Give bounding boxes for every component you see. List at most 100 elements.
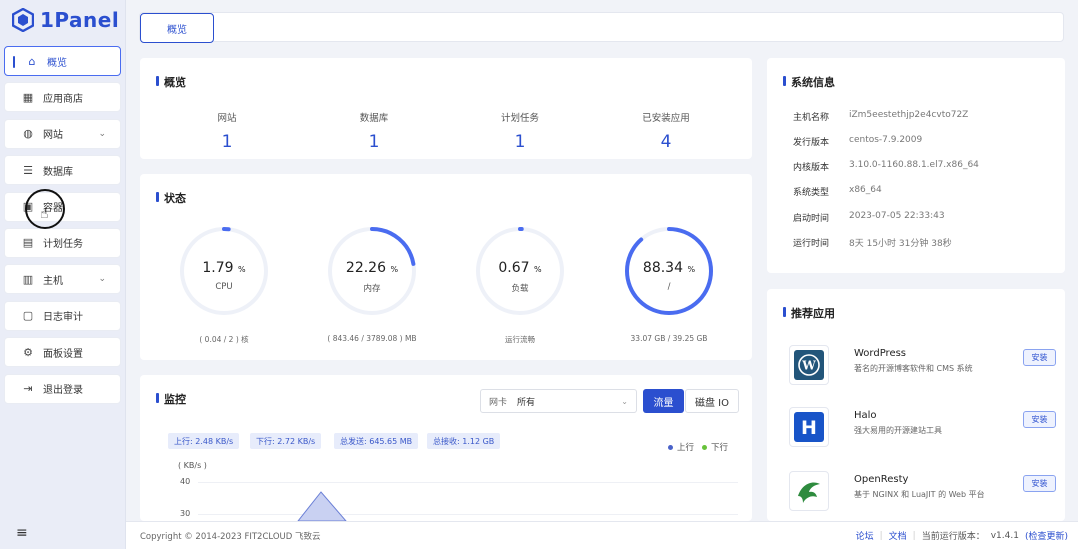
gauge-footer: 运行流畅 — [505, 335, 535, 344]
logo[interactable]: 1Panel — [12, 8, 119, 32]
app-item-wordpress[interactable]: W WordPress 著名的开源博客软件和 CMS 系统 安装 — [789, 345, 1056, 385]
app-name: WordPress — [854, 348, 907, 359]
gauge-footer: ( 0.04 / 2 ) 核 — [199, 335, 249, 344]
sidebar-item-settings[interactable]: ⚙ 面板设置 — [4, 337, 121, 368]
version-label: 当前运行版本： — [921, 532, 985, 542]
sysinfo-key: 发行版本 — [793, 138, 830, 148]
footer-links: 论坛 | 文档 | 当前运行版本： v1.4.1 (检查更新) — [856, 529, 1068, 543]
sidebar-item-host[interactable]: ▥ 主机 ⌄ — [4, 264, 121, 295]
disk-gauge: 88.34 % / — [624, 226, 714, 316]
sysinfo-value: centos-7.9.2009 — [849, 135, 923, 145]
sysinfo-row-uptime: 运行时间 8天 15小时 31分钟 38秒 — [793, 236, 952, 249]
divider: | — [912, 530, 916, 541]
gauge-value: 22.26 % — [345, 260, 399, 276]
overview-value[interactable]: 4 — [606, 132, 726, 152]
gauge-name: CPU — [215, 282, 233, 292]
app-name: Halo — [854, 410, 877, 421]
overview-label: 已安装应用 — [642, 113, 690, 124]
forum-link[interactable]: 论坛 — [856, 529, 874, 542]
openresty-icon — [789, 471, 829, 511]
sidebar-item-label: 退出登录 — [43, 385, 83, 397]
divider: | — [879, 530, 883, 541]
sidebar-item-label: 概览 — [47, 57, 67, 69]
sysinfo-value: 3.10.0-1160.88.1.el7.x86_64 — [849, 160, 979, 170]
gauge-footer: 33.07 GB / 39.25 GB — [630, 334, 708, 343]
sysinfo-key: 启动时间 — [793, 214, 830, 224]
svg-text:H: H — [801, 417, 817, 439]
overview-installed-apps[interactable]: 已安装应用 4 — [606, 110, 726, 152]
sidebar-item-overview[interactable]: ⌂ 概览 — [4, 46, 121, 76]
database-icon: ☰ — [23, 163, 33, 177]
gear-icon: ⚙ — [23, 345, 33, 359]
sysinfo-row-arch: 系统类型 x86_64 — [793, 185, 882, 198]
sysinfo-row-kernel: 内核版本 3.10.0-1160.88.1.el7.x86_64 — [793, 160, 979, 173]
sysinfo-key: 运行时间 — [793, 239, 830, 249]
overview-value[interactable]: 1 — [460, 132, 580, 152]
tab-overview[interactable]: 概览 — [140, 13, 214, 43]
app-description: 强大易用的开源建站工具 — [854, 426, 942, 435]
sysinfo-row-boot-time: 启动时间 2023-07-05 22:33:43 — [793, 211, 945, 224]
install-button[interactable]: 安装 — [1023, 411, 1056, 428]
sysinfo-key: 系统类型 — [793, 188, 830, 198]
docs-link[interactable]: 文档 — [889, 529, 907, 542]
calendar-icon: ▤ — [22, 236, 34, 250]
collapse-menu-icon[interactable]: ≡ — [16, 525, 28, 541]
sidebar-item-label: 日志审计 — [43, 312, 83, 324]
app-item-halo[interactable]: H Halo 强大易用的开源建站工具 安装 — [789, 407, 1056, 447]
recommended-apps-card: 推荐应用 W WordPress 著名的开源博客软件和 CMS 系统 安装 H … — [767, 289, 1065, 521]
card-title: 概览 — [156, 74, 186, 90]
install-button[interactable]: 安装 — [1023, 475, 1056, 492]
sidebar-item-logout[interactable]: ⇥ 退出登录 — [4, 373, 121, 404]
load-gauge: 0.67 % 负载 — [475, 226, 565, 316]
logout-icon: ⇥ — [23, 382, 33, 396]
sidebar-item-label: 面板设置 — [43, 348, 83, 360]
sidebar-item-database[interactable]: ☰ 数据库 — [4, 155, 121, 186]
sidebar-menu: ⌂ 概览 ▦ 应用商店 ◍ 网站 ⌄ ☰ 数据库 ▣ 容器 ▤ 计划任务 ▥ 主… — [4, 46, 121, 410]
gauge-value: 1.79 % — [202, 260, 246, 276]
overview-database[interactable]: 数据库 1 — [314, 110, 434, 152]
sidebar-item-label: 主机 — [43, 275, 63, 287]
overview-cron[interactable]: 计划任务 1 — [460, 110, 580, 152]
overview-value[interactable]: 1 — [167, 132, 287, 152]
system-info-card: 系统信息 主机名称 iZm5eestethjp2e4cvto72Z 发行版本 c… — [767, 58, 1065, 273]
overview-label: 数据库 — [359, 113, 389, 124]
install-button[interactable]: 安装 — [1023, 349, 1056, 366]
svg-text:W: W — [801, 359, 816, 373]
app-description: 著名的开源博客软件和 CMS 系统 — [854, 364, 973, 373]
app-description: 基于 NGINX 和 LuaJIT 的 Web 平台 — [854, 490, 985, 499]
version-value: v1.4.1 — [990, 530, 1019, 541]
gauge-footer: ( 843.46 / 3789.08 ) MB — [327, 334, 417, 343]
traffic-chart-area — [297, 491, 347, 521]
overview-label: 计划任务 — [500, 113, 539, 124]
sidebar-item-label: 计划任务 — [43, 239, 83, 251]
status-card: 状态 1.79 % CPU ( 0.04 / 2 ) 核 22.26 % 内存 … — [140, 174, 752, 360]
logo-hexagon-icon — [12, 8, 34, 32]
overview-value[interactable]: 1 — [314, 132, 434, 152]
gauge-name: / — [667, 282, 671, 292]
sidebar-item-app-store[interactable]: ▦ 应用商店 — [4, 82, 121, 113]
sysinfo-value: 2023-07-05 22:33:43 — [849, 211, 945, 221]
overview-website[interactable]: 网站 1 — [167, 110, 287, 152]
sidebar-item-website[interactable]: ◍ 网站 ⌄ — [4, 118, 121, 149]
host-icon: ▥ — [22, 272, 34, 286]
gauge-name: 内存 — [363, 284, 381, 294]
top-tab-bar: 概览 — [139, 12, 1064, 43]
copyright: Copyright © 2014-2023 FIT2CLOUD 飞致云 — [140, 531, 321, 542]
sidebar-item-cron[interactable]: ▤ 计划任务 — [4, 227, 121, 258]
sidebar-item-label: 应用商店 — [43, 93, 83, 105]
sysinfo-key: 主机名称 — [793, 113, 830, 123]
sysinfo-key: 内核版本 — [793, 163, 830, 173]
sidebar-item-logs[interactable]: ▢ 日志审计 — [4, 300, 121, 331]
card-title: 系统信息 — [783, 74, 835, 90]
chevron-down-icon: ⌄ — [98, 128, 106, 139]
cpu-gauge: 1.79 % CPU — [179, 226, 269, 316]
globe-icon: ◍ — [23, 127, 33, 141]
check-update-link[interactable]: (检查更新) — [1025, 529, 1068, 542]
monitor-card: 监控 网卡 所有 ⌄ 流量 磁盘 IO 上行: 2.48 KB/s 下行: 2.… — [140, 375, 752, 521]
logo-text: 1Panel — [40, 8, 120, 32]
card-title: 推荐应用 — [783, 305, 835, 321]
card-title: 状态 — [156, 190, 186, 206]
sysinfo-row-hostname: 主机名称 iZm5eestethjp2e4cvto72Z — [793, 110, 968, 123]
overview-card: 概览 网站 1 数据库 1 计划任务 1 已安装应用 4 — [140, 58, 752, 159]
app-item-openresty[interactable]: OpenResty 基于 NGINX 和 LuaJIT 的 Web 平台 安装 — [789, 471, 1056, 511]
